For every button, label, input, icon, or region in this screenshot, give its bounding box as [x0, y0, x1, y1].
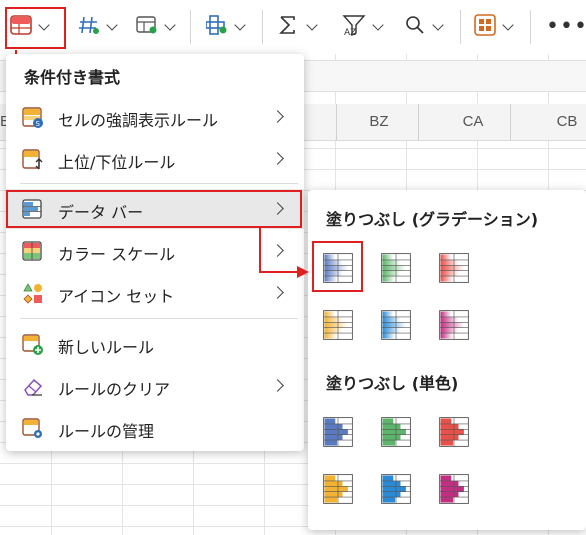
icon-set-icon — [22, 283, 44, 305]
solid-databar-lightblue[interactable] — [376, 469, 416, 509]
annotation-arrow — [297, 266, 309, 278]
gradient-fill-heading: 塗りつぶし (グラデーション) — [326, 210, 539, 229]
menu-item-label: セルの強調表示ルール — [58, 111, 219, 130]
highlight-frame — [5, 7, 66, 49]
column-header[interactable]: BZ — [349, 102, 409, 138]
autosum-button[interactable] — [274, 10, 320, 44]
toolbar-separator — [460, 10, 461, 44]
chevron-down-icon — [234, 19, 246, 31]
highlight-frame — [312, 241, 363, 292]
column-header[interactable]: CA — [443, 102, 503, 138]
find-icon — [404, 15, 426, 39]
menu-item-clear-rules[interactable]: ルールのクリア — [6, 366, 304, 406]
more-icon: ••• — [546, 14, 586, 39]
solid-databar-red[interactable] — [434, 412, 474, 452]
chevron-down-icon — [106, 19, 118, 31]
highlight-frame — [6, 190, 302, 228]
highlight-cells-icon: S — [22, 107, 44, 129]
new-rule-icon — [22, 334, 44, 356]
color-scale-icon — [22, 241, 44, 263]
menu-item-label: アイコン セット — [58, 287, 175, 306]
solid-databar-green[interactable] — [376, 412, 416, 452]
sort-filter-button[interactable]: AZ — [338, 10, 386, 44]
menu-item-manage-rules[interactable]: ルールの管理 — [6, 408, 304, 448]
menu-item-highlight-cells-rules[interactable]: S セルの強調表示ルール — [6, 97, 304, 137]
menu-item-label: カラー スケール — [58, 245, 176, 264]
annotation-line — [259, 228, 261, 272]
chevron-right-icon — [271, 110, 284, 123]
add-ins-icon — [474, 14, 496, 40]
insert-icon — [205, 15, 228, 39]
header-divider — [418, 104, 419, 140]
chevron-right-icon — [271, 244, 284, 257]
format-table-icon — [136, 15, 158, 39]
menu-title: 条件付き書式 — [24, 68, 121, 87]
annotation-line — [259, 271, 299, 273]
gradient-databar-green[interactable] — [376, 248, 416, 288]
toolbar-separator — [262, 10, 263, 44]
gradient-databar-purple[interactable] — [434, 305, 474, 345]
chevron-right-icon — [271, 286, 284, 299]
svg-text:AZ: AZ — [344, 28, 356, 36]
format-number-icon — [78, 15, 100, 39]
menu-item-label: ルールのクリア — [58, 380, 171, 399]
menu-item-label: ルールの管理 — [58, 422, 155, 441]
chevron-right-icon — [271, 379, 284, 392]
ribbon-toolbar: AZ ••• — [0, 0, 586, 54]
insert-button[interactable] — [202, 10, 248, 44]
chevron-down-icon — [502, 19, 514, 31]
sort-filter-icon: AZ — [342, 14, 366, 40]
manage-rule-icon — [22, 418, 44, 440]
menu-item-new-rule[interactable]: 新しいルール — [6, 324, 304, 364]
menu-divider — [20, 318, 298, 319]
header-divider — [510, 104, 511, 140]
gradient-databar-lightblue[interactable] — [376, 305, 416, 345]
top-bottom-icon — [22, 149, 44, 171]
menu-item-label: 上位/下位ルール — [58, 153, 176, 172]
solid-fill-heading: 塗りつぶし (単色) — [326, 374, 459, 393]
sum-icon — [278, 15, 300, 39]
toolbar-separator — [530, 10, 531, 44]
header-divider — [336, 104, 337, 140]
add-ins-button[interactable] — [470, 10, 516, 44]
gradient-databar-orange[interactable] — [318, 305, 358, 345]
menu-item-top-bottom-rules[interactable]: 上位/下位ルール — [6, 139, 304, 179]
svg-text:S: S — [36, 120, 41, 128]
chevron-down-icon — [432, 19, 444, 31]
eraser-icon — [22, 376, 44, 398]
gradient-databar-red[interactable] — [434, 248, 474, 288]
chevron-down-icon — [372, 19, 384, 31]
solid-databar-purple[interactable] — [434, 469, 474, 509]
menu-divider — [20, 183, 298, 184]
menu-item-icon-sets[interactable]: アイコン セット — [6, 273, 304, 313]
more-options-button[interactable]: ••• — [542, 10, 586, 44]
toolbar-separator — [190, 10, 191, 44]
column-header[interactable]: CB — [537, 102, 586, 138]
chevron-down-icon — [306, 19, 318, 31]
chevron-down-icon — [164, 19, 176, 31]
find-select-button[interactable] — [400, 10, 446, 44]
chevron-right-icon — [271, 152, 284, 165]
number-format-button[interactable] — [74, 10, 120, 44]
menu-item-label: 新しいルール — [58, 338, 155, 357]
solid-databar-blue[interactable] — [318, 412, 358, 452]
format-as-table-button[interactable] — [132, 10, 178, 44]
solid-databar-orange[interactable] — [318, 469, 358, 509]
